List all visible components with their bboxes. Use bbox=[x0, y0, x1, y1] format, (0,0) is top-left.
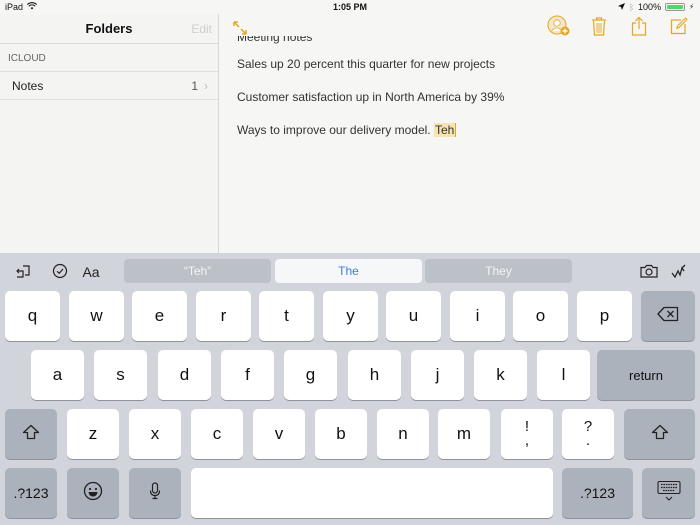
shift-key-right[interactable] bbox=[624, 409, 695, 459]
key-x[interactable]: x bbox=[129, 409, 181, 459]
format-icon: Aa bbox=[82, 264, 100, 280]
key-u[interactable]: u bbox=[386, 291, 441, 341]
note-editor[interactable]: Meeting notes Sales up 20 percent this q… bbox=[220, 14, 700, 253]
key-f[interactable]: f bbox=[221, 350, 274, 400]
note-body[interactable]: Meeting notes Sales up 20 percent this q… bbox=[237, 36, 504, 147]
battery-percent: 100% bbox=[638, 2, 662, 12]
key-v[interactable]: v bbox=[253, 409, 305, 459]
emoji-key[interactable] bbox=[67, 468, 119, 518]
key-s[interactable]: s bbox=[94, 350, 147, 400]
compose-button[interactable] bbox=[668, 16, 690, 40]
format-button[interactable]: Aa bbox=[80, 264, 102, 280]
undo-icon bbox=[15, 263, 31, 282]
status-bar: iPad 1:05 PM ᛒ 100% ⚡ bbox=[0, 0, 700, 14]
key-y[interactable]: y bbox=[323, 291, 378, 341]
delete-button[interactable] bbox=[588, 16, 610, 41]
location-icon bbox=[618, 2, 626, 12]
key-h[interactable]: h bbox=[348, 350, 401, 400]
key-k[interactable]: k bbox=[474, 350, 527, 400]
keyboard: Aa “Teh” The They qwertyuiop asdfghjkl r… bbox=[0, 253, 700, 525]
key-m[interactable]: m bbox=[438, 409, 490, 459]
clock: 1:05 PM bbox=[332, 2, 367, 12]
key-q[interactable]: q bbox=[5, 291, 60, 341]
key-c[interactable]: c bbox=[191, 409, 243, 459]
suggestion-original[interactable]: “Teh” bbox=[124, 259, 271, 283]
sidebar-nav-bar: Folders Edit bbox=[0, 14, 218, 44]
charging-icon: ⚡ bbox=[689, 4, 694, 11]
trash-icon bbox=[591, 16, 607, 41]
folder-row-notes[interactable]: Notes 1 › bbox=[0, 72, 218, 100]
add-people-icon bbox=[547, 15, 571, 42]
folder-count: 1 bbox=[191, 78, 198, 93]
checklist-icon bbox=[52, 263, 68, 282]
suggestion-autocorrect[interactable]: The bbox=[275, 259, 422, 283]
note-line: Customer satisfaction up in North Americ… bbox=[237, 90, 505, 104]
key-e[interactable]: e bbox=[132, 291, 187, 341]
key-l[interactable]: l bbox=[537, 350, 590, 400]
key-z[interactable]: z bbox=[67, 409, 119, 459]
key-j[interactable]: j bbox=[411, 350, 464, 400]
key-d[interactable]: d bbox=[158, 350, 211, 400]
key-o[interactable]: o bbox=[513, 291, 568, 341]
sketch-icon bbox=[670, 263, 686, 282]
compose-icon bbox=[670, 16, 688, 40]
key-p[interactable]: p bbox=[577, 291, 632, 341]
shortcut-bar: Aa “Teh” The They bbox=[0, 253, 700, 289]
note-line: Ways to improve our delivery model. Teh bbox=[237, 114, 504, 147]
note-line: Meeting notes bbox=[237, 36, 504, 48]
battery-icon bbox=[665, 3, 686, 11]
key-r[interactable]: r bbox=[196, 291, 251, 341]
dismiss-keyboard-key[interactable] bbox=[642, 468, 695, 518]
add-people-button[interactable] bbox=[547, 15, 571, 42]
note-line-text: Meeting notes bbox=[237, 36, 313, 44]
key-n[interactable]: n bbox=[377, 409, 429, 459]
folder-name: Notes bbox=[12, 78, 44, 93]
note-line-text: Ways to improve our delivery model. bbox=[237, 123, 431, 137]
misspelled-word-highlight[interactable]: Teh bbox=[433, 123, 457, 137]
share-icon bbox=[631, 16, 647, 41]
key-a[interactable]: a bbox=[31, 350, 84, 400]
checklist-button[interactable] bbox=[51, 263, 69, 282]
backspace-icon bbox=[657, 306, 679, 327]
chevron-right-icon: › bbox=[204, 78, 208, 93]
suggestion-alternate[interactable]: They bbox=[425, 259, 572, 283]
key-w[interactable]: w bbox=[69, 291, 124, 341]
key-exclamation-comma[interactable]: !, bbox=[501, 409, 553, 459]
key-label-bottom: . bbox=[585, 432, 591, 449]
key-label-bottom: , bbox=[524, 432, 530, 449]
microphone-icon bbox=[149, 481, 161, 505]
key-i[interactable]: i bbox=[450, 291, 505, 341]
edit-button[interactable]: Edit bbox=[191, 22, 212, 36]
section-header-icloud: ICLOUD bbox=[0, 44, 218, 72]
key-g[interactable]: g bbox=[284, 350, 337, 400]
undo-button[interactable] bbox=[14, 264, 32, 280]
sidebar-title: Folders bbox=[85, 21, 133, 36]
share-button[interactable] bbox=[628, 16, 650, 41]
bluetooth-icon: ᛒ bbox=[629, 2, 635, 12]
return-key[interactable]: return bbox=[597, 350, 695, 400]
dictation-key[interactable] bbox=[129, 468, 181, 518]
folders-sidebar: Folders Edit ICLOUD Notes 1 › bbox=[0, 14, 219, 253]
delete-key[interactable] bbox=[641, 291, 695, 341]
space-bar[interactable] bbox=[191, 468, 553, 518]
camera-button[interactable] bbox=[640, 264, 658, 280]
sketch-button[interactable] bbox=[669, 264, 687, 280]
keyboard-dismiss-icon bbox=[656, 480, 682, 507]
numbers-key-left[interactable]: .?123 bbox=[5, 468, 57, 518]
shift-key-left[interactable] bbox=[5, 409, 57, 459]
key-b[interactable]: b bbox=[315, 409, 367, 459]
note-line: Sales up 20 percent this quarter for new… bbox=[237, 57, 496, 71]
key-question-period[interactable]: ?. bbox=[562, 409, 614, 459]
note-toolbar bbox=[547, 15, 690, 42]
emoji-icon bbox=[83, 481, 103, 506]
key-t[interactable]: t bbox=[259, 291, 314, 341]
numbers-key-right[interactable]: .?123 bbox=[562, 468, 633, 518]
camera-icon bbox=[640, 264, 658, 281]
shift-icon bbox=[651, 424, 669, 445]
expand-icon[interactable] bbox=[232, 20, 248, 36]
shift-icon bbox=[22, 424, 40, 445]
